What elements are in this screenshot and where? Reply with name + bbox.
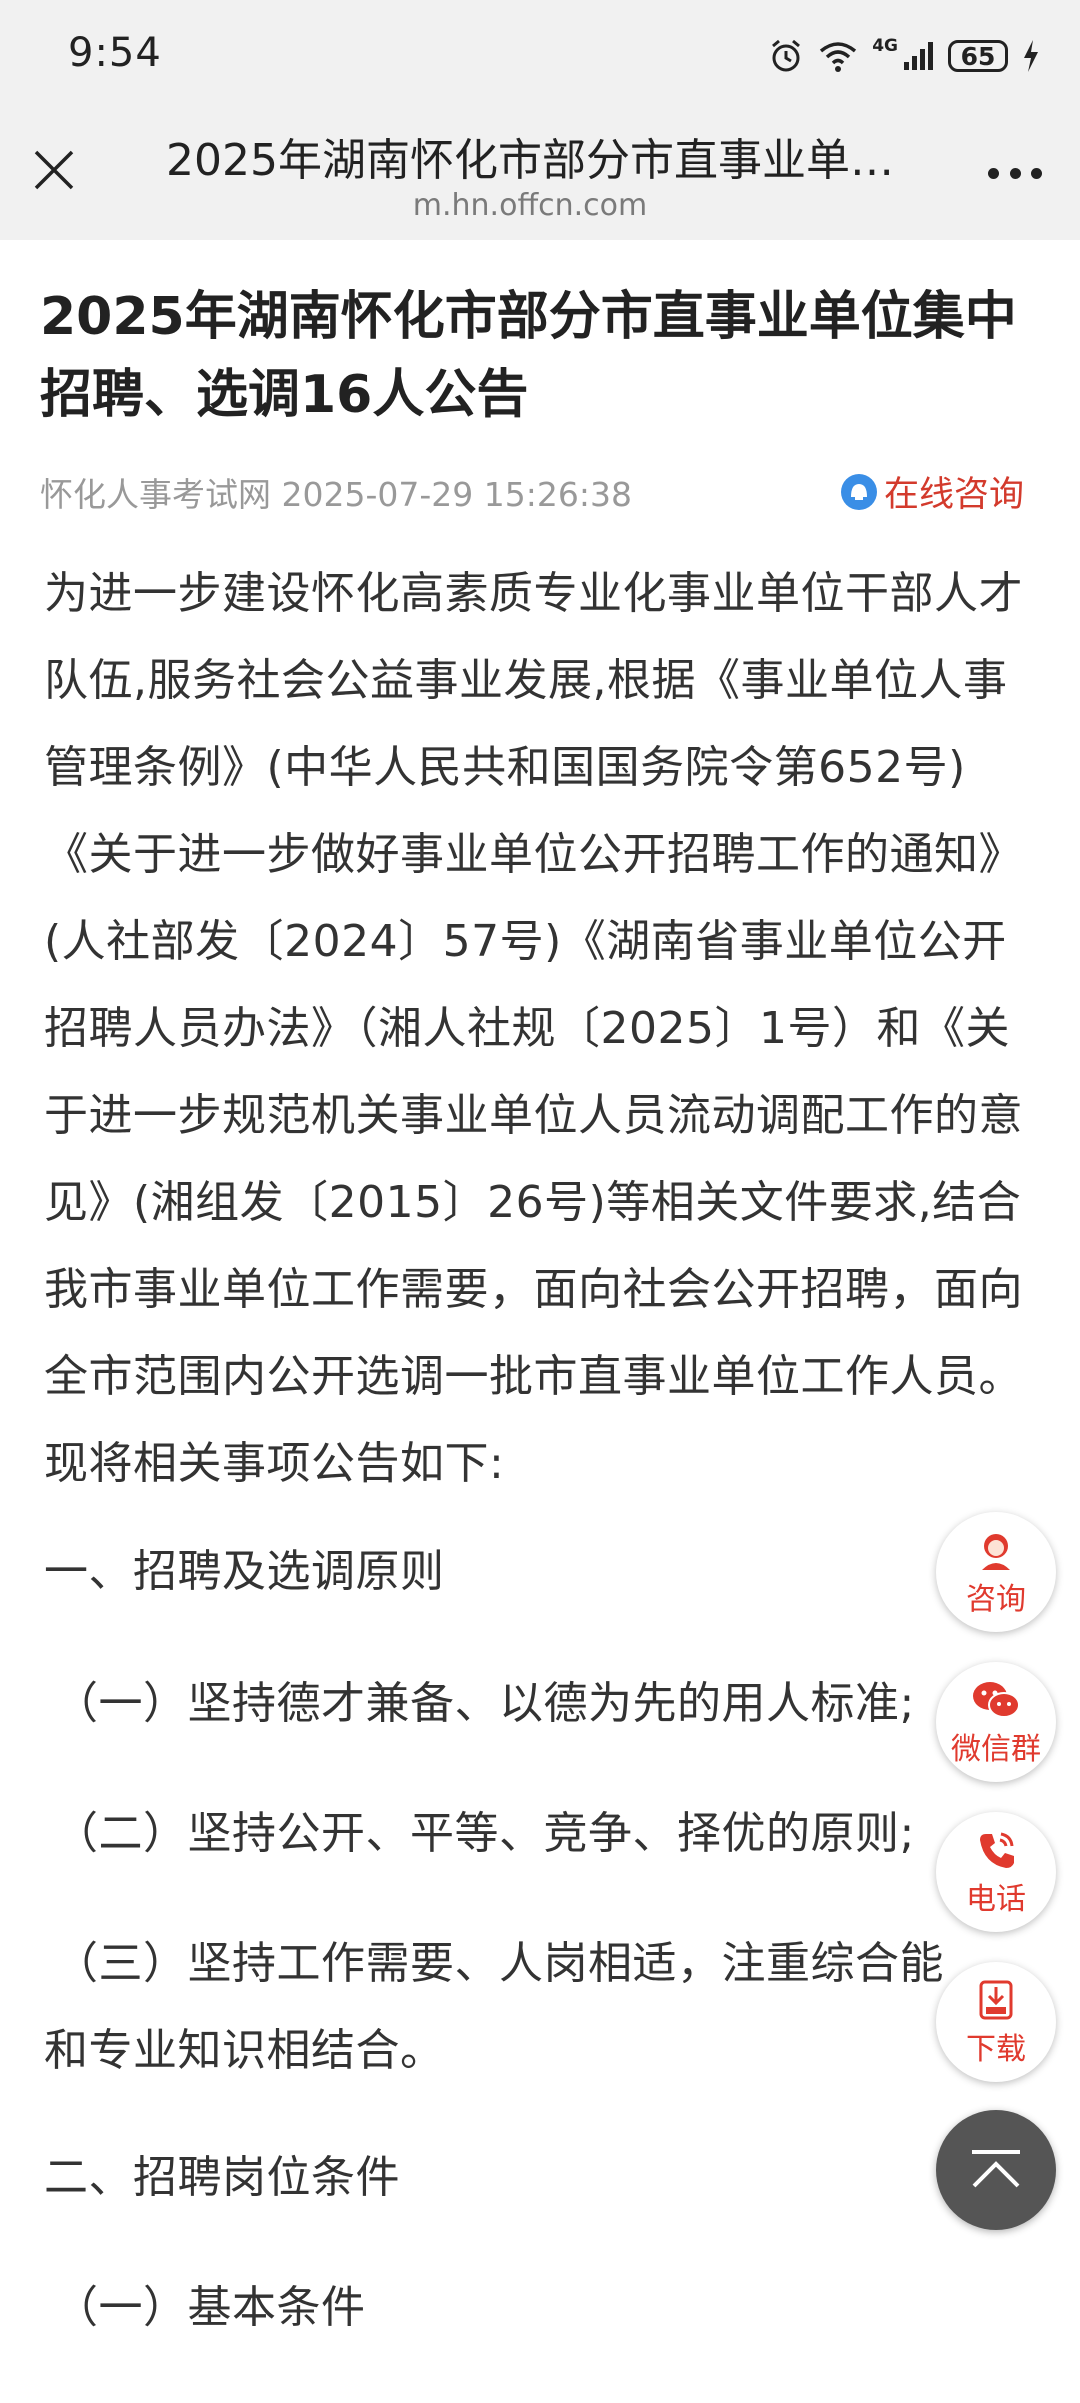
phone-float-button[interactable]: 电话 <box>936 1812 1056 1932</box>
subsection-item-continued: 和专业知识相结合。 <box>44 2025 445 2076</box>
download-float-button[interactable]: 下载 <box>936 1962 1056 2082</box>
article-source: 怀化人事考试网 <box>40 475 271 514</box>
back-to-top-button[interactable] <box>936 2110 1056 2230</box>
article-datetime: 2025-07-29 15:26:38 <box>281 475 632 514</box>
subsection-item: （一）坚持德才兼备、以德为先的用人标准; <box>54 1678 915 1729</box>
status-time: 9:54 <box>68 30 162 76</box>
download-label: 下载 <box>966 2032 1026 2067</box>
wechat-group-float-button[interactable]: 微信群 <box>936 1662 1056 1782</box>
intro-paragraph: 为进一步建设怀化高素质专业化事业单位干部人才队伍,服务社会公益事业发展,根据《事… <box>44 568 1023 1489</box>
agent-avatar-icon <box>974 1526 1018 1574</box>
signal-icon <box>902 40 934 72</box>
alarm-icon <box>768 38 804 74</box>
section-heading: 一、招聘及选调原则 <box>44 1546 445 1597</box>
more-dot-icon <box>1009 168 1021 179</box>
section-heading: 二、招聘岗位条件 <box>44 2152 400 2203</box>
page-title: 2025年湖南怀化市部分市直事业单… <box>166 135 894 186</box>
article-meta: 怀化人事考试网 2025-07-29 15:26:38 <box>40 468 632 516</box>
close-button[interactable] <box>32 148 76 192</box>
phone-icon <box>974 1826 1018 1874</box>
battery-indicator: 65 <box>948 40 1008 72</box>
app-download-icon <box>974 1976 1018 2024</box>
close-icon <box>34 150 74 190</box>
network-type-label: 4G <box>872 36 898 56</box>
article-title: 2025年湖南怀化市部分市直事业单位集中招聘、选调16人公告 <box>40 287 1017 425</box>
chat-bubble-icon <box>841 473 877 510</box>
more-menu-button[interactable] <box>988 168 1042 182</box>
wifi-icon <box>818 39 858 73</box>
subsection-item: （一）基本条件 <box>54 2282 366 2333</box>
phone-label: 电话 <box>966 1882 1026 1917</box>
consult-float-button[interactable]: 咨询 <box>936 1512 1056 1632</box>
wechat-icon <box>970 1676 1022 1724</box>
charging-icon <box>1022 39 1040 73</box>
more-dot-icon <box>1031 168 1042 179</box>
online-consult-label: 在线咨询 <box>884 475 1025 515</box>
consult-label: 咨询 <box>966 1582 1026 1617</box>
more-dot-icon <box>988 168 999 179</box>
status-icons: 4G 65 <box>768 34 1040 78</box>
browser-top-bar: 9:54 4G 65 2025年湖南怀化市部分市直事业单… m.hn.offcn… <box>0 0 1080 240</box>
page-url: m.hn.offcn.com <box>412 188 648 223</box>
subsection-item: （二）坚持公开、平等、竞争、择优的原则; <box>54 1808 915 1859</box>
wechat-group-label: 微信群 <box>951 1732 1041 1767</box>
online-consult-link[interactable]: 在线咨询 <box>840 466 1024 517</box>
subsection-item: （三）坚持工作需要、人岗相适，注重综合能 <box>54 1938 944 1989</box>
back-to-top-icon <box>972 2150 1020 2188</box>
